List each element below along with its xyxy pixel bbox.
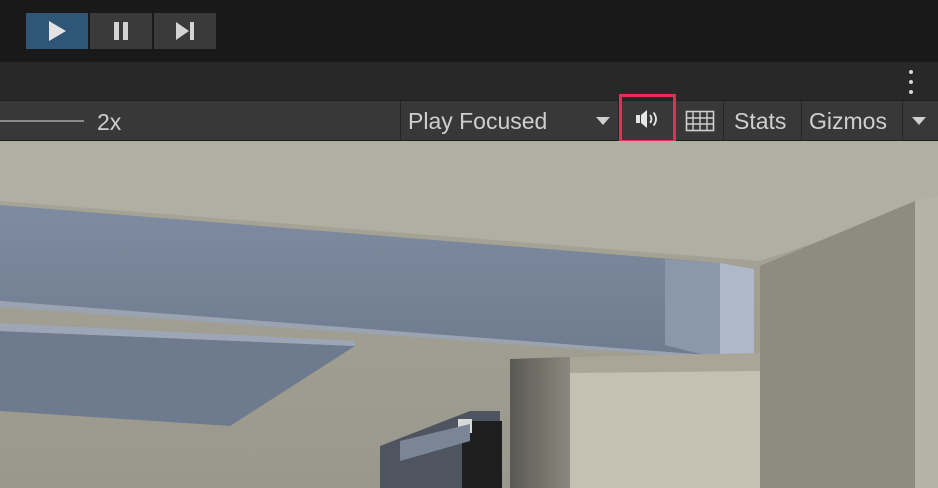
speaker-icon: [635, 109, 657, 128]
step-button[interactable]: [154, 13, 216, 49]
play-controls: [26, 13, 216, 49]
step-forward-icon: [176, 22, 194, 40]
stats-label: Stats: [734, 108, 787, 134]
gizmos-label: Gizmos: [809, 108, 887, 134]
chevron-down-icon: [912, 117, 926, 125]
scene-render: [0, 141, 938, 488]
kebab-dot: [909, 80, 913, 84]
mute-audio-button[interactable]: [619, 94, 676, 143]
pause-button[interactable]: [90, 13, 152, 49]
scale-slider[interactable]: [0, 120, 84, 122]
game-view-toolbar: 2x Play Focused Stats Gizmos: [0, 94, 938, 143]
play-mode-dropdown[interactable]: Play Focused: [401, 101, 618, 141]
play-mode-toolbar: [0, 0, 938, 62]
pause-icon: [114, 22, 128, 40]
gizmos-dropdown-button[interactable]: [903, 101, 938, 141]
kebab-dot: [909, 70, 913, 74]
play-icon: [49, 21, 66, 41]
keyboard-shortcuts-button[interactable]: [678, 101, 722, 141]
game-view-tab-strip: [0, 62, 938, 100]
chevron-down-icon: [596, 117, 610, 125]
kebab-dot: [909, 90, 913, 94]
play-button[interactable]: [26, 13, 88, 49]
play-mode-label: Play Focused: [408, 108, 548, 134]
keyboard-icon: [685, 110, 715, 132]
scale-value: 2x: [97, 109, 122, 135]
game-viewport[interactable]: [0, 141, 938, 488]
gizmos-button[interactable]: Gizmos: [802, 101, 902, 141]
kebab-menu-icon[interactable]: [904, 70, 918, 94]
stats-button[interactable]: Stats: [724, 101, 800, 141]
